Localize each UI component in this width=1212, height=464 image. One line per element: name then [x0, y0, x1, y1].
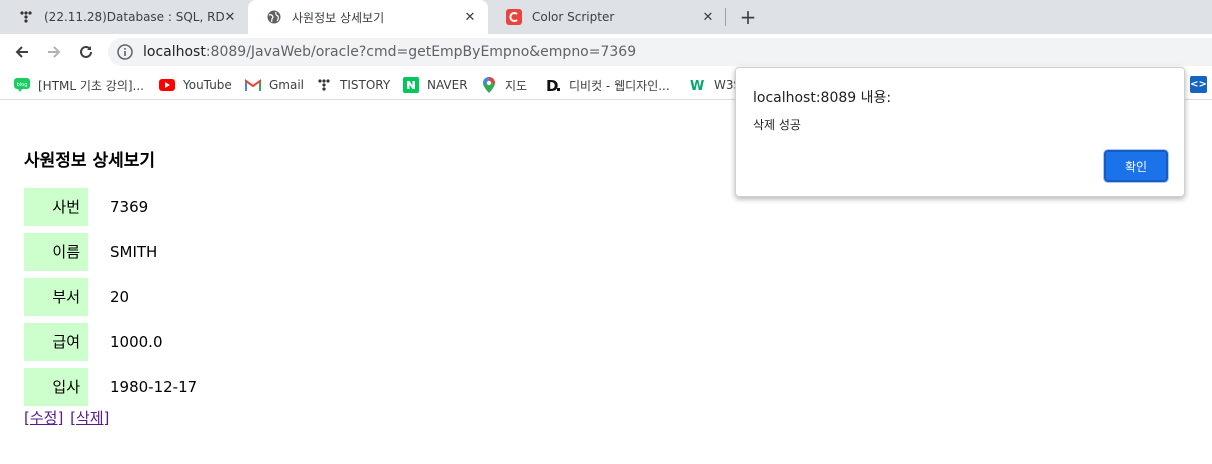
w3schools-icon: W: [690, 77, 706, 93]
table-row: 이름 SMITH: [24, 233, 324, 271]
tab-strip: (22.11.28)Database : SQL, RDBMS ✕ 사원정보 상…: [0, 0, 1212, 34]
dbcut-icon: D: [545, 77, 561, 93]
alert-dialog: localhost:8089 내용: 삭제 성공 확인: [735, 67, 1185, 197]
tistory-dots-icon: [18, 9, 34, 25]
tab-database[interactable]: (22.11.28)Database : SQL, RDBMS ✕: [0, 0, 248, 34]
bookmark-html-lecture[interactable]: blog [HTML 기초 강의]...: [14, 76, 144, 94]
gmail-icon: [245, 77, 261, 93]
globe-icon: [266, 9, 282, 25]
employee-detail-table: 사번 7369 이름 SMITH 부서 20 급여 1000.0 입사 1980…: [24, 188, 324, 413]
row-label-name: 이름: [24, 233, 88, 271]
blog-icon: blog: [14, 77, 30, 93]
close-icon[interactable]: ✕: [222, 9, 238, 25]
reload-button[interactable]: [74, 40, 98, 64]
toolbar: localhost:8089/JavaWeb/oracle?cmd=getEmp…: [0, 34, 1212, 70]
dialog-title: localhost:8089 내용:: [753, 90, 892, 106]
bookmark-maps[interactable]: 지도: [481, 76, 527, 94]
delete-link[interactable]: [삭제]: [70, 409, 109, 427]
page-title: 사원정보 상세보기: [24, 151, 156, 171]
tab-title: (22.11.28)Database : SQL, RDBMS: [44, 10, 224, 24]
row-label-empno: 사번: [24, 188, 88, 226]
info-icon[interactable]: [116, 43, 134, 61]
forward-button[interactable]: [42, 40, 66, 64]
code-extension-icon[interactable]: <>: [1190, 76, 1207, 93]
bookmark-dbcut[interactable]: D 디비컷 - 웹디자인...: [545, 76, 670, 94]
svg-text:blog: blog: [17, 82, 28, 88]
new-tab-button[interactable]: +: [737, 5, 759, 29]
row-value-name: SMITH: [110, 243, 158, 261]
youtube-icon: [159, 77, 175, 93]
row-value-hiredate: 1980-12-17: [110, 378, 198, 396]
row-label-dept: 부서: [24, 278, 88, 316]
bookmark-gmail[interactable]: Gmail: [245, 76, 304, 94]
tab-title: Color Scripter: [532, 10, 615, 24]
row-label-hiredate: 입사: [24, 368, 88, 406]
tab-color-scripter[interactable]: Color Scripter ✕: [488, 0, 726, 34]
tab-separator: [725, 8, 726, 26]
action-links: [수정] [삭제]: [24, 407, 111, 428]
close-icon[interactable]: ✕: [462, 9, 478, 25]
ok-button[interactable]: 확인: [1104, 150, 1168, 182]
row-value-dept: 20: [110, 288, 130, 306]
color-scripter-icon: [506, 9, 522, 25]
dialog-message: 삭제 성공: [753, 118, 801, 132]
table-row: 급여 1000.0: [24, 323, 324, 361]
table-row: 입사 1980-12-17: [24, 368, 324, 406]
bookmark-w3schools[interactable]: W W3S: [690, 76, 741, 94]
table-row: 부서 20: [24, 278, 324, 316]
reload-icon: [80, 45, 92, 58]
maps-icon: [481, 77, 497, 93]
address-bar[interactable]: localhost:8089/JavaWeb/oracle?cmd=getEmp…: [108, 38, 1212, 66]
bookmark-tistory[interactable]: TISTORY: [316, 76, 390, 94]
table-row: 사번 7369: [24, 188, 324, 226]
arrow-right-icon: [48, 46, 61, 58]
bookmark-naver[interactable]: NAVER: [403, 76, 468, 94]
tab-title: 사원정보 상세보기: [292, 10, 385, 25]
row-value-salary: 1000.0: [110, 333, 163, 351]
row-value-empno: 7369: [110, 198, 149, 216]
back-button[interactable]: [10, 40, 34, 64]
tab-employee-detail[interactable]: 사원정보 상세보기 ✕: [248, 0, 488, 34]
bookmark-youtube[interactable]: YouTube: [159, 76, 232, 94]
naver-icon: [403, 77, 419, 93]
arrow-left-icon: [15, 46, 28, 58]
svg-text:W: W: [690, 79, 704, 92]
close-icon[interactable]: ✕: [700, 9, 716, 25]
edit-link[interactable]: [수정]: [24, 409, 63, 427]
tistory-icon: [316, 77, 332, 93]
url-text[interactable]: localhost:8089/JavaWeb/oracle?cmd=getEmp…: [143, 44, 636, 60]
row-label-salary: 급여: [24, 323, 88, 361]
svg-text:D: D: [546, 77, 558, 93]
